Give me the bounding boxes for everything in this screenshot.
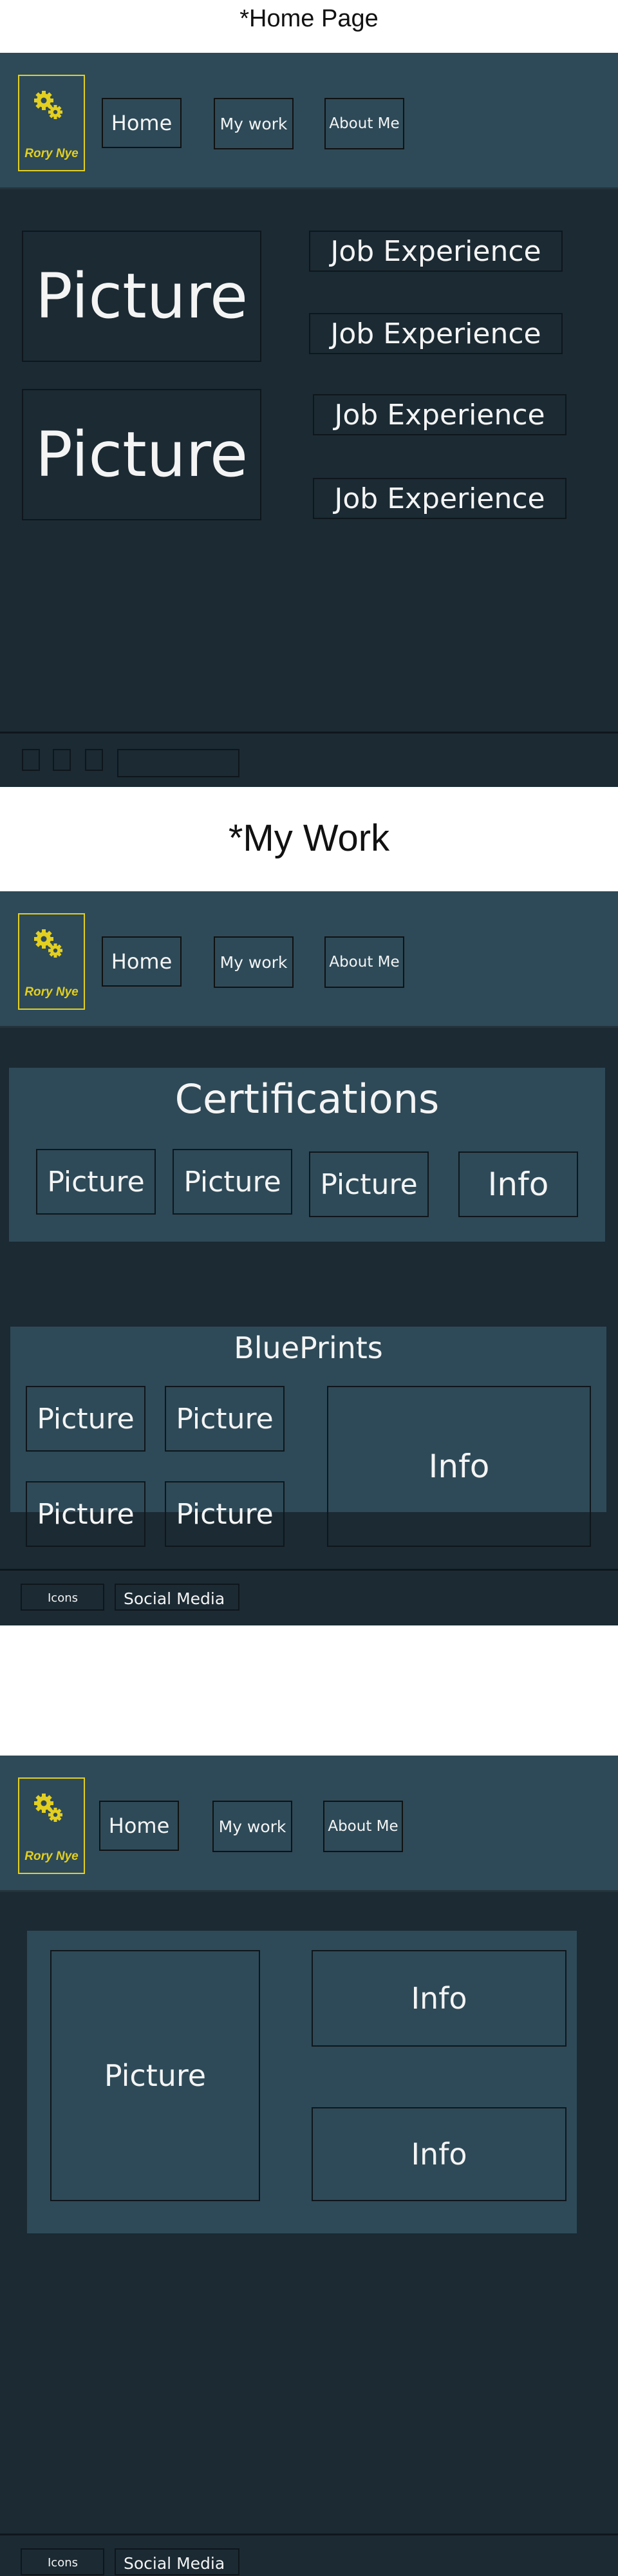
footer [0,732,618,787]
icons-label: Icons [48,2556,79,2570]
blueprint-info: Info [327,1386,591,1547]
picture-box: Picture [22,231,261,362]
icons-box[interactable]: Icons [21,1584,104,1611]
social-icon[interactable] [53,749,71,771]
social-media-label: Social Media [124,1589,225,1608]
social-media-box[interactable]: Social Media [115,1584,239,1611]
social-media-label: Social Media [124,2554,225,2573]
certification-picture: Picture [173,1149,292,1215]
job-experience-box: Job Experience [309,313,563,354]
footer: Icons Social Media [0,1569,618,1625]
icons-box[interactable]: Icons [21,2548,104,2575]
nav-about-me-button[interactable]: About Me [324,98,404,149]
job-experience-box: Job Experience [313,478,566,519]
about-info-box: Info [312,2107,566,2201]
blueprints-panel: BluePrints Picture Picture Picture Pictu… [10,1327,606,1547]
social-icon[interactable] [85,749,103,771]
blueprints-title: BluePrints [234,1331,383,1365]
blueprint-picture: Picture [165,1386,285,1452]
logo-text: Rory Nye [24,147,79,160]
logo[interactable]: Rory Nye [18,913,85,1010]
nav-about-me-button[interactable]: About Me [324,936,404,988]
home-mockup-heading: *Home Page [239,5,379,32]
blueprint-picture: Picture [26,1386,145,1452]
footer: Icons Social Media [0,2533,618,2576]
certification-info: Info [458,1151,578,1217]
about-me-panel: Picture Info Info [27,1931,577,2233]
gears-icon [34,91,62,119]
certifications-title: Certifications [174,1075,440,1122]
logo[interactable]: Rory Nye [18,75,85,171]
nav-home-button[interactable]: Home [99,1801,179,1851]
nav-home-button[interactable]: Home [102,98,182,148]
about-info-box: Info [312,1950,566,2047]
nav-about-me-button[interactable]: About Me [323,1801,403,1852]
nav-my-work-button[interactable]: My work [214,98,294,149]
blueprint-picture: Picture [165,1481,285,1547]
job-experience-box: Job Experience [313,394,566,435]
social-icon[interactable] [22,749,40,771]
about-picture: Picture [50,1950,260,2201]
job-experience-box: Job Experience [309,231,563,272]
certification-picture: Picture [309,1151,429,1217]
logo-text: Rory Nye [24,1850,79,1863]
icons-label: Icons [48,1591,79,1605]
gears-icon [34,929,62,958]
home-mockup-frame: Rory Nye Home My work About Me Picture P… [0,53,618,787]
header-bar: Rory Nye Home My work About Me [0,891,618,1028]
social-media-box[interactable]: Social Media [115,2548,239,2575]
nav-home-button[interactable]: Home [102,936,182,987]
nav-my-work-button[interactable]: My work [214,936,294,988]
logo-text: Rory Nye [24,985,79,999]
blueprint-picture: Picture [26,1481,145,1547]
picture-box: Picture [22,389,261,520]
header-bar: Rory Nye Home My work About Me [0,53,618,189]
header-bar: Rory Nye Home My work About Me [0,1756,618,1892]
my-work-mockup-frame: Rory Nye Home My work About Me Certifica… [0,891,618,1625]
certifications-panel: Certifications Picture Picture Picture I… [9,1068,605,1242]
logo[interactable]: Rory Nye [18,1777,85,1874]
about-me-mockup-frame: Rory Nye Home My work About Me Picture I… [0,1756,618,2576]
gears-icon [34,1794,62,1822]
nav-my-work-button[interactable]: My work [212,1801,292,1852]
my-work-mockup-heading: *My Work [228,817,390,859]
certification-picture: Picture [36,1149,156,1215]
social-media-box[interactable] [117,749,239,777]
